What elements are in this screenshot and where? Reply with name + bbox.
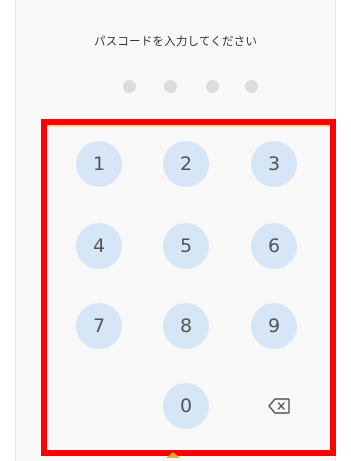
key-1[interactable]: 1 bbox=[76, 141, 122, 187]
passcode-dot-4 bbox=[245, 80, 258, 93]
key-8[interactable]: 8 bbox=[163, 303, 209, 349]
key-6[interactable]: 6 bbox=[251, 223, 297, 269]
key-7[interactable]: 7 bbox=[76, 303, 122, 349]
passcode-prompt: パスコードを入力してください bbox=[93, 34, 258, 48]
key-9[interactable]: 9 bbox=[251, 303, 297, 349]
key-0[interactable]: 0 bbox=[163, 383, 209, 429]
passcode-indicator bbox=[16, 80, 335, 94]
pointer-marker bbox=[166, 452, 180, 458]
key-3[interactable]: 3 bbox=[251, 141, 297, 187]
passcode-dot-2 bbox=[164, 80, 177, 93]
highlight-inner-edge bbox=[47, 125, 330, 127]
passcode-dot-1 bbox=[123, 80, 136, 93]
backspace-icon bbox=[268, 398, 290, 414]
key-4[interactable]: 4 bbox=[76, 223, 122, 269]
key-2[interactable]: 2 bbox=[163, 141, 209, 187]
passcode-dot-3 bbox=[206, 80, 219, 93]
key-5[interactable]: 5 bbox=[163, 223, 209, 269]
delete-button[interactable] bbox=[256, 383, 302, 429]
